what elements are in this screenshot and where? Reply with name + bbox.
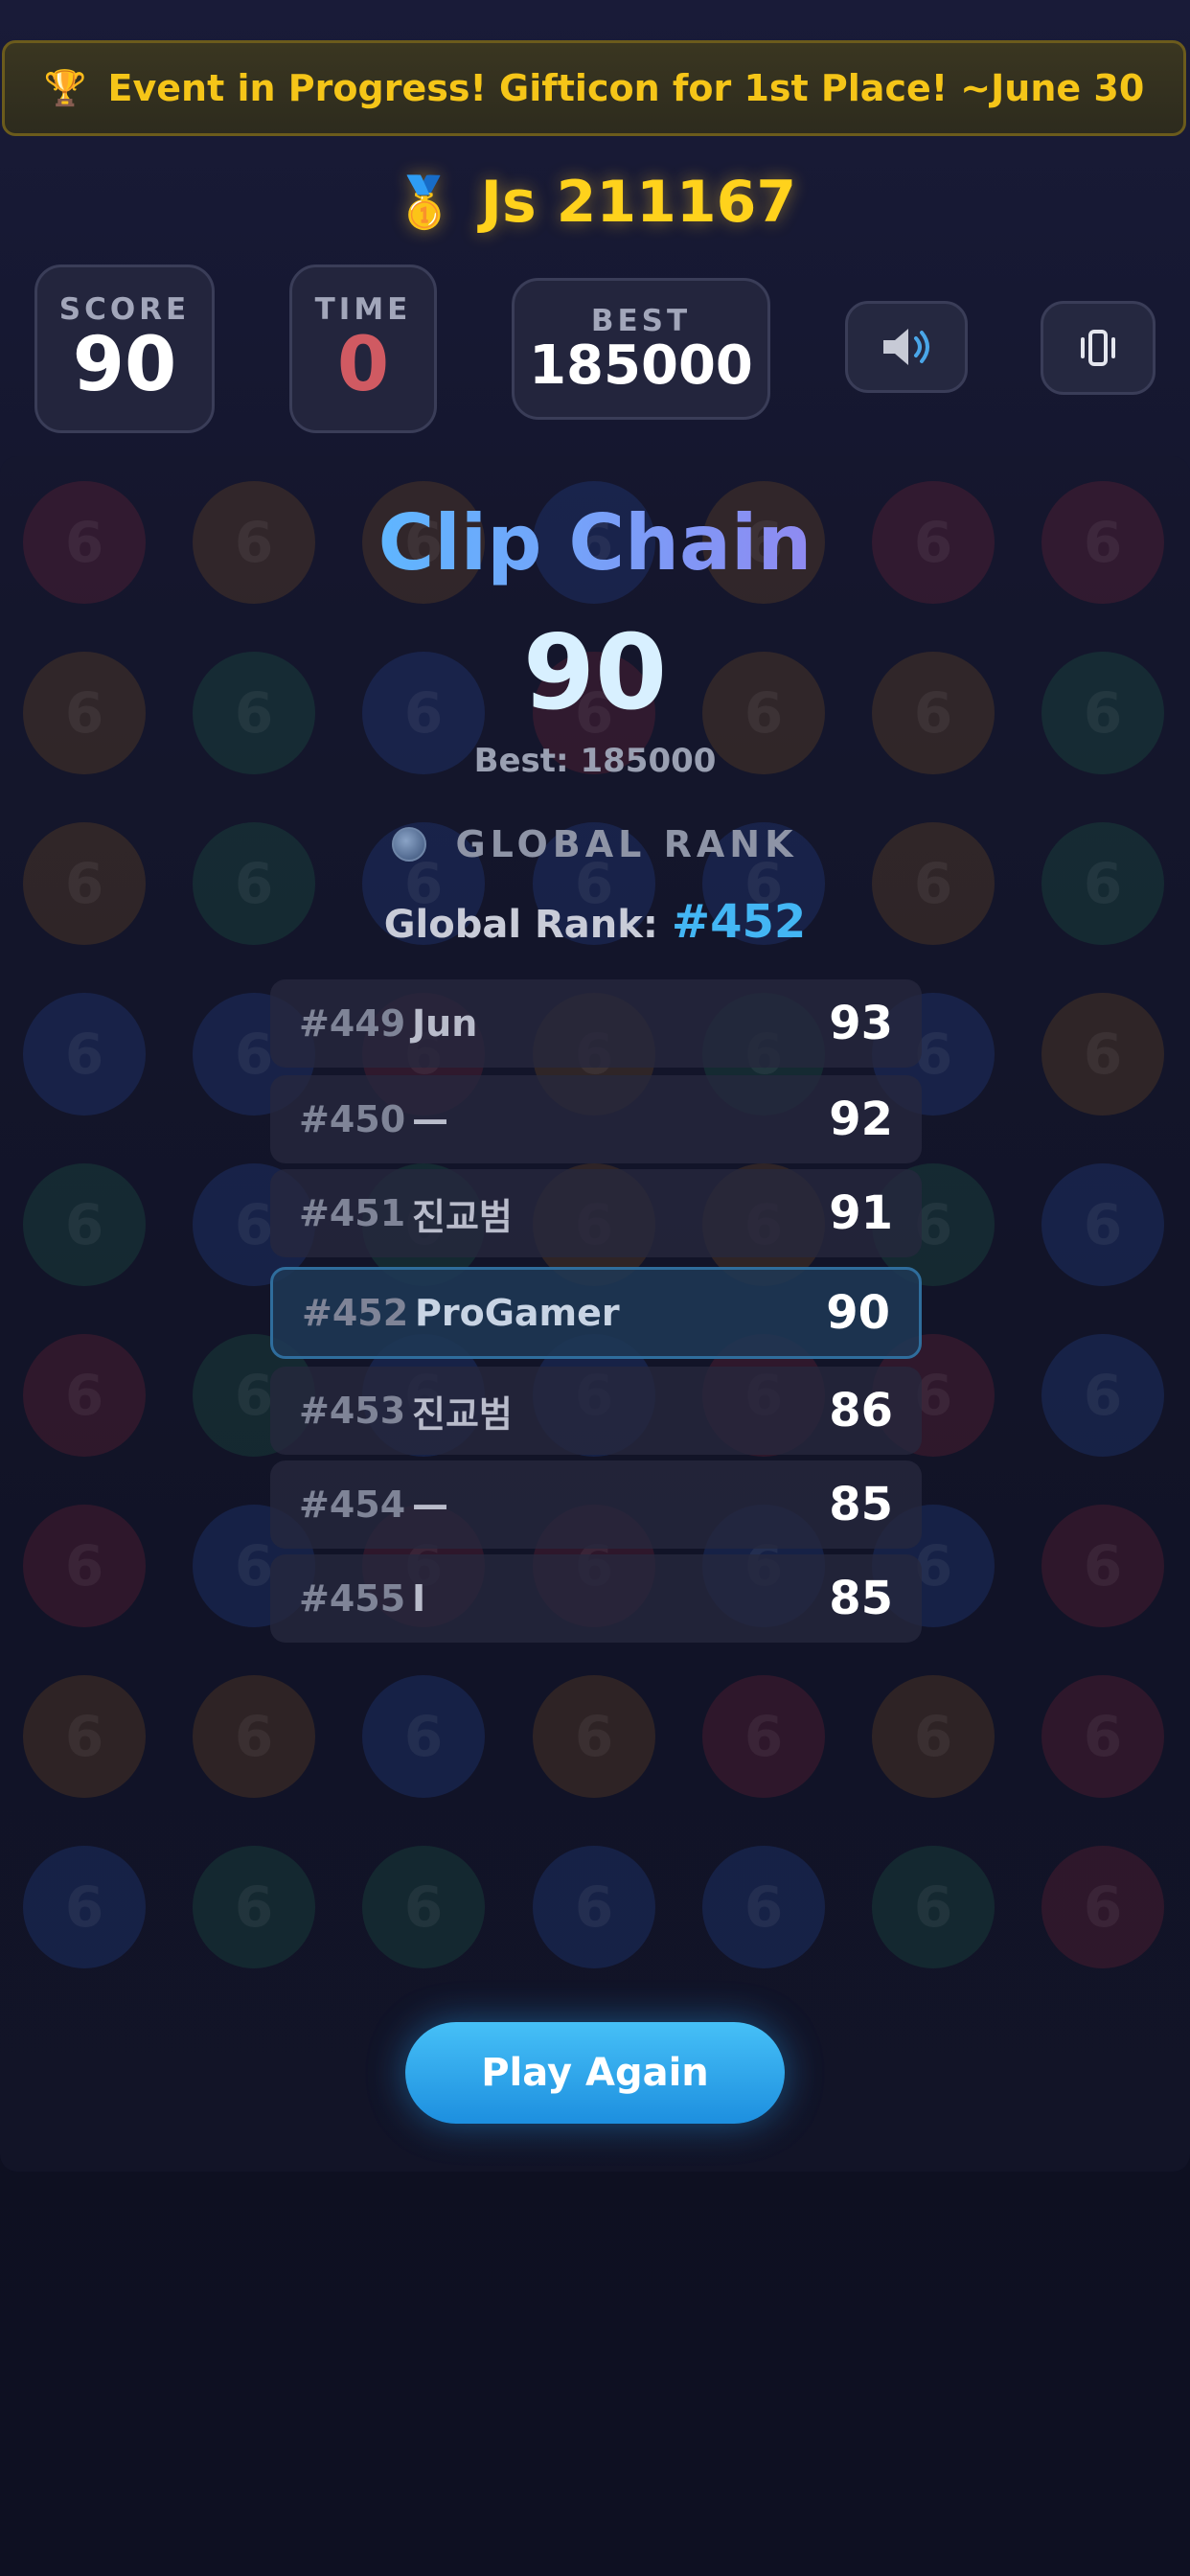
game-ball: 6 (193, 1846, 315, 1968)
row-rank: #452 (302, 1292, 409, 1334)
time-value: 0 (336, 322, 390, 409)
leaderboard-row: #449 Jun 93 (270, 979, 922, 1068)
row-rank: #455 (299, 1577, 406, 1620)
score-panel: SCORE 90 (34, 264, 215, 433)
time-panel: TIME 0 (289, 264, 437, 433)
row-rank: #449 (299, 1002, 406, 1045)
medal-icon: 🥇 (393, 173, 456, 232)
row-score: 85 (829, 1572, 893, 1625)
global-rank-value: #452 (671, 895, 807, 949)
play-again-button[interactable]: Play Again (405, 2022, 785, 2124)
row-rank: #450 (299, 1098, 406, 1140)
game-ball: 6 (23, 1334, 146, 1457)
leaderboard-row: #450 — 92 (270, 1075, 922, 1163)
row-name: — (412, 1098, 448, 1140)
leaderboard-row: #453 진교범 86 (270, 1367, 922, 1455)
global-rank-line: Global Rank: #452 (0, 895, 1190, 949)
row-name: I (412, 1577, 426, 1620)
speaker-icon (883, 329, 929, 365)
player-label: Js 211167 (480, 169, 797, 236)
game-ball: 6 (533, 1675, 655, 1798)
game-ball: 6 (1041, 1334, 1164, 1457)
row-score: 93 (829, 997, 893, 1050)
leaderboard-row: #455 I 85 (270, 1554, 922, 1643)
game-ball: 6 (362, 1846, 485, 1968)
row-rank: #453 (299, 1390, 406, 1432)
game-ball: 6 (193, 1675, 315, 1798)
game-ball: 6 (1041, 1675, 1164, 1798)
row-rank: #454 (299, 1484, 406, 1526)
game-ball: 6 (702, 1846, 825, 1968)
leaderboard-row-current-player: #452 ProGamer 90 (270, 1267, 922, 1359)
global-rank-heading: GLOBAL RANK (0, 820, 1190, 868)
row-name: 진교범 (412, 1392, 513, 1436)
global-rank-label: Global Rank: (383, 903, 658, 947)
game-ball: 6 (702, 1675, 825, 1798)
row-score: 91 (829, 1186, 893, 1240)
game-ball: 6 (23, 1675, 146, 1798)
best-value: 185000 (529, 334, 753, 397)
score-value: 90 (72, 322, 177, 409)
best-label: BEST (590, 303, 692, 338)
globe-icon (392, 827, 427, 862)
game-ball: 6 (872, 1675, 995, 1798)
event-banner-text: Event in Progress! Gifticon for 1st Plac… (107, 67, 1145, 109)
game-ball: 6 (533, 1846, 655, 1968)
game-ball: 6 (23, 1846, 146, 1968)
vibration-toggle-button[interactable] (1041, 301, 1156, 395)
player-id: 🥇 Js 211167 (0, 161, 1190, 243)
game-title: Clip Chain (0, 498, 1190, 587)
row-rank: #451 (299, 1192, 406, 1234)
game-ball: 6 (23, 1163, 146, 1286)
row-name: ProGamer (415, 1292, 620, 1334)
game-ball: 6 (23, 993, 146, 1116)
row-score: 90 (826, 1286, 890, 1340)
game-ball: 6 (1041, 1505, 1164, 1627)
trophy-icon: 🏆 (43, 69, 87, 108)
game-ball: 6 (872, 1846, 995, 1968)
row-score: 86 (829, 1384, 893, 1438)
best-panel: BEST 185000 (512, 278, 770, 420)
leaderboard-row: #454 — 85 (270, 1460, 922, 1549)
event-banner: 🏆 Event in Progress! Gifticon for 1st Pl… (2, 40, 1186, 136)
global-rank-title: GLOBAL RANK (455, 823, 798, 865)
best-score-text: Best: 185000 (473, 742, 717, 780)
row-name: — (412, 1484, 448, 1526)
game-ball: 6 (1041, 1163, 1164, 1286)
sound-toggle-button[interactable] (845, 301, 968, 393)
game-ball: 6 (1041, 1846, 1164, 1968)
final-score: 90 (522, 613, 668, 733)
game-ball: 6 (23, 1505, 146, 1627)
row-name: 진교범 (412, 1195, 513, 1238)
row-score: 92 (829, 1092, 893, 1146)
game-ball: 6 (1041, 993, 1164, 1116)
row-name: Jun (412, 1002, 478, 1045)
game-ball: 6 (362, 1675, 485, 1798)
leaderboard-row: #451 진교범 91 (270, 1169, 922, 1257)
row-score: 85 (829, 1478, 893, 1531)
game-title-text: Clip Chain (378, 498, 812, 587)
vibrate-icon (1081, 330, 1115, 366)
